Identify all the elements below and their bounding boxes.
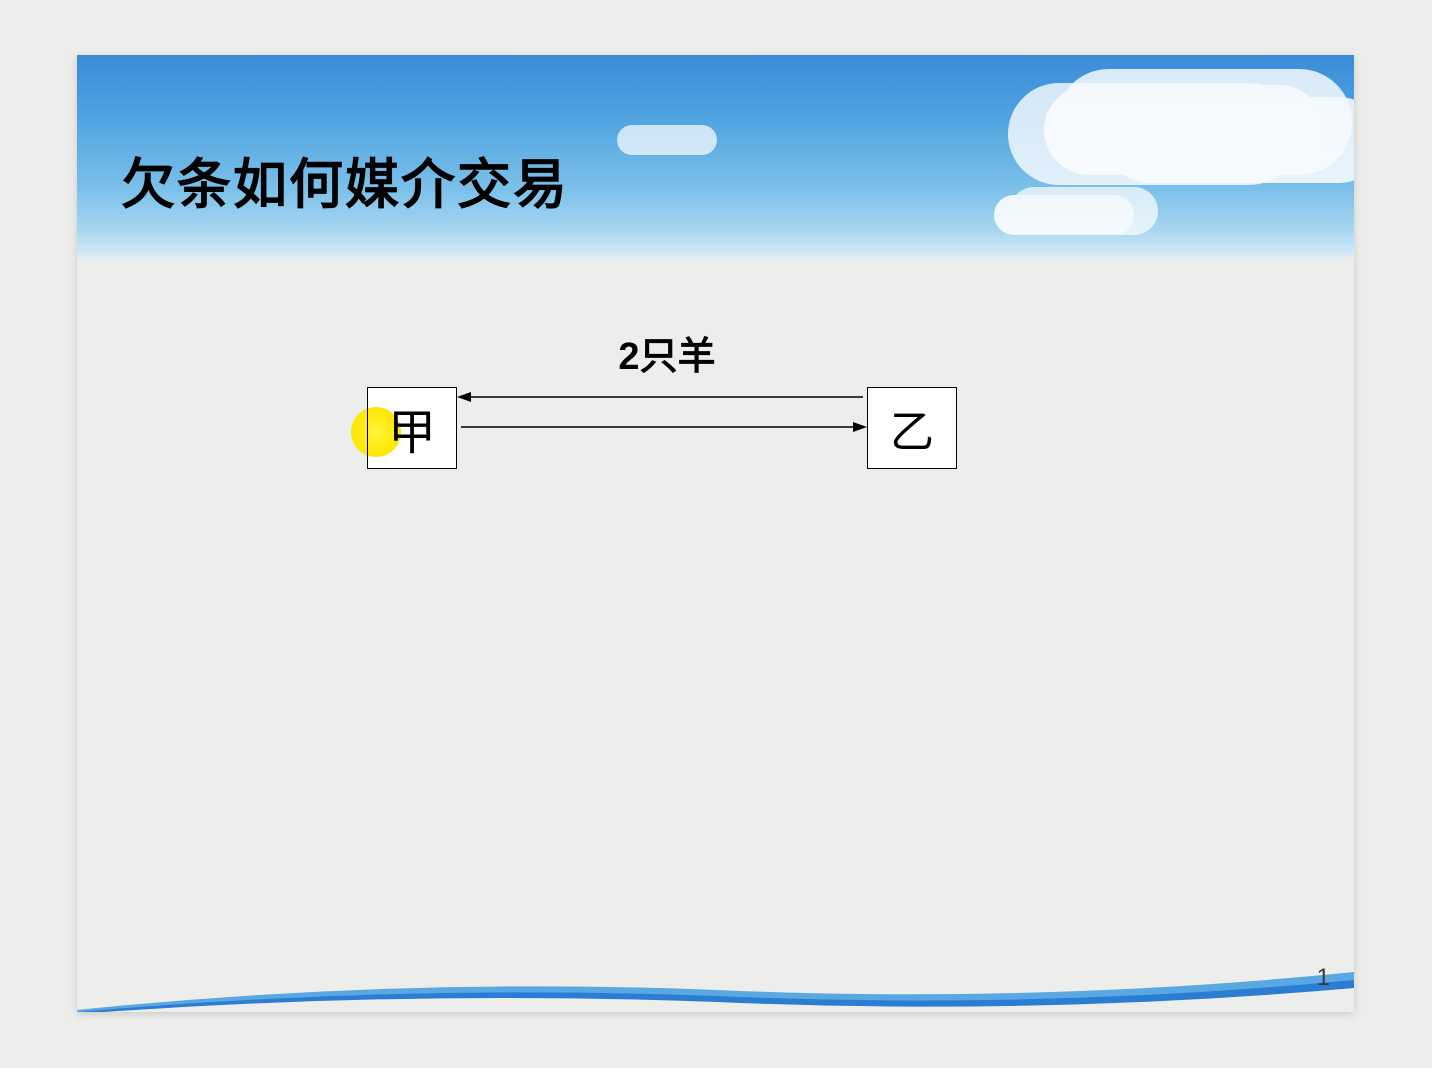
arrow-label: 2只羊: [618, 325, 715, 380]
node-b: 乙: [867, 387, 957, 469]
slide-container: 欠条如何媒介交易 2只羊 甲 乙 1: [77, 55, 1354, 1012]
exchange-diagram: 2只羊 甲 乙: [357, 325, 977, 485]
cloud-decoration: [617, 125, 717, 155]
footer-curve-decoration: [77, 962, 1354, 1012]
slide-title: 欠条如何媒介交易: [121, 140, 569, 219]
cloud-decoration: [1044, 85, 1324, 175]
node-a: 甲: [367, 387, 457, 469]
page-number: 1: [1317, 964, 1330, 992]
cloud-decoration: [994, 195, 1134, 235]
arrows-icon: [457, 387, 867, 437]
